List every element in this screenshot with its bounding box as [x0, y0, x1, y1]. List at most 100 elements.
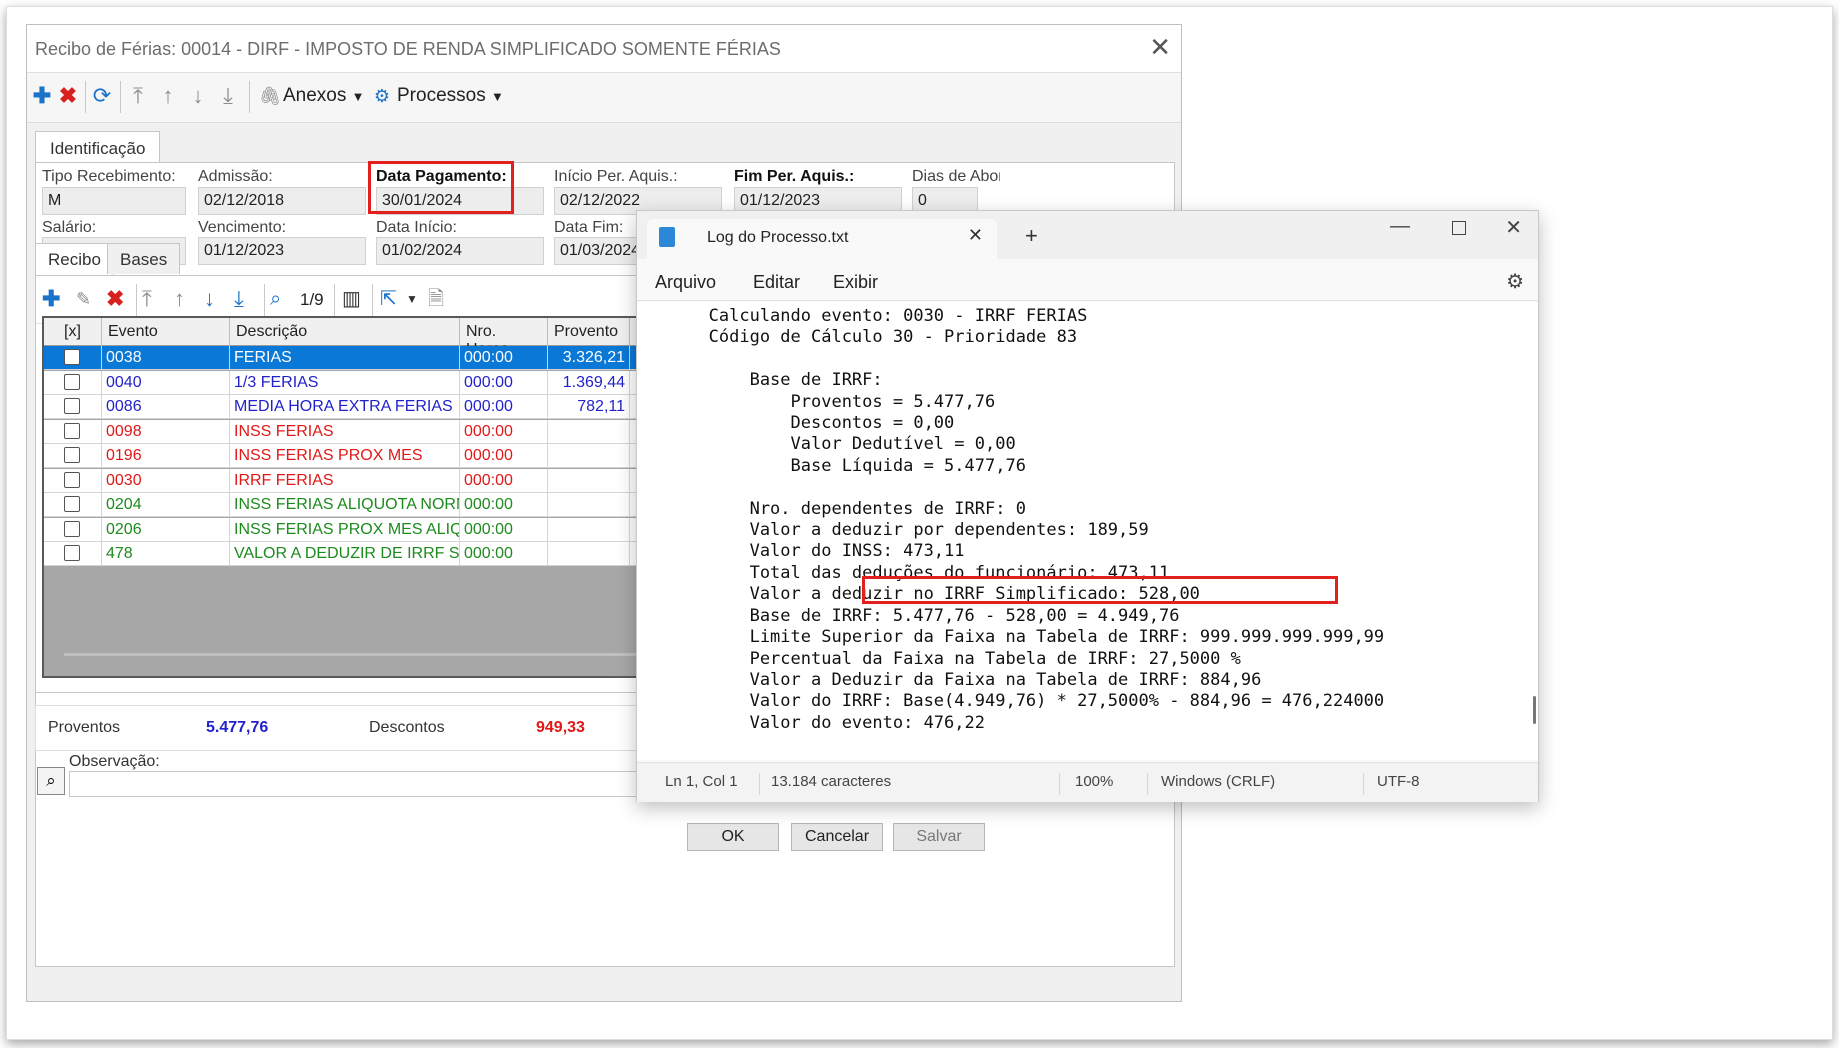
row-checkbox[interactable] — [64, 447, 80, 463]
row-provento: 3.326,21 — [548, 346, 630, 370]
move-down-icon[interactable]: ↓ — [183, 81, 213, 113]
row-provento — [548, 493, 630, 517]
highlight-box-data-pagamento — [368, 161, 514, 214]
menu-arquivo[interactable]: Arquivo — [655, 272, 716, 293]
observacao-lookup-icon[interactable]: ⌕ — [37, 767, 65, 795]
document-icon[interactable]: 🗎 — [428, 284, 444, 314]
table-row[interactable]: 0206INSS FERIAS PROX MES ALIQU...000:00 — [44, 517, 648, 542]
row-evento: 0030 — [102, 468, 230, 493]
column-header-descricao[interactable]: Descrição — [230, 318, 460, 346]
move-up-icon[interactable]: ↑ — [174, 284, 185, 314]
move-last-icon[interactable]: ⤓ — [234, 284, 244, 314]
row-horas: 000:00 — [460, 419, 548, 444]
add-icon[interactable]: ✚ — [42, 284, 60, 314]
salvar-button[interactable]: Salvar — [893, 823, 985, 851]
row-checkbox[interactable] — [64, 422, 80, 439]
table-row[interactable]: 0098 INSS FERIAS 000:00 — [44, 419, 648, 444]
vertical-scrollbar[interactable] — [1533, 696, 1536, 724]
row-descricao: 1/3 FERIAS — [230, 370, 460, 395]
row-checkbox[interactable] — [64, 545, 80, 561]
paperclip-icon: 🖇 — [258, 86, 282, 106]
menu-exibir[interactable]: Exibir — [833, 272, 878, 293]
move-down-icon[interactable]: ↓ — [204, 284, 215, 314]
maximize-icon[interactable] — [1452, 221, 1466, 235]
row-evento: 0038 — [102, 346, 230, 370]
row-horas: 000:00 — [460, 370, 548, 395]
row-provento — [548, 468, 630, 493]
settings-gear-icon[interactable]: ⚙ — [1506, 269, 1524, 294]
proventos-label: Proventos — [48, 719, 121, 736]
inicio-per-aquis-label: Início Per. Aquis.: — [554, 168, 678, 185]
row-checkbox[interactable] — [64, 349, 80, 365]
row-descricao: MEDIA HORA EXTRA FERIAS — [230, 395, 460, 419]
column-header-check[interactable]: [x] — [44, 318, 102, 346]
table-row[interactable]: 0038 FERIAS 000:00 3.326,21 — [44, 346, 648, 370]
data-inicio-label: Data Início: — [376, 219, 457, 236]
new-tab-icon[interactable]: + — [1025, 223, 1038, 249]
observacao-field[interactable] — [69, 771, 669, 797]
row-provento — [548, 419, 630, 444]
table-row[interactable]: 0204INSS FERIAS ALIQUOTA NORMAL000:00 — [44, 493, 648, 517]
row-checkbox[interactable] — [64, 398, 80, 414]
row-evento: 0086 — [102, 395, 230, 419]
minimize-icon[interactable]: — — [1390, 215, 1410, 238]
tab-identificacao[interactable]: Identificação — [35, 131, 161, 164]
close-icon[interactable]: ✕ — [1505, 215, 1522, 240]
search-icon[interactable]: ⌕ — [270, 284, 281, 314]
table-row[interactable]: 0086 MEDIA HORA EXTRA FERIAS 000:00 782,11 — [44, 395, 648, 419]
tab-close-icon[interactable]: ✕ — [968, 225, 983, 246]
move-first-icon[interactable]: ⤒ — [123, 81, 153, 113]
column-header-evento[interactable]: Evento — [102, 318, 230, 346]
cancelar-button[interactable]: Cancelar — [791, 823, 883, 851]
move-up-icon[interactable]: ↑ — [153, 81, 183, 113]
data-inicio-field[interactable]: 01/02/2024 — [376, 237, 544, 265]
row-checkbox[interactable] — [64, 471, 80, 488]
delete-icon[interactable]: ✖ — [106, 284, 124, 314]
row-checkbox-cell — [44, 493, 102, 517]
dialog-title-bar: Recibo de Férias: 00014 - DIRF - IMPOSTO… — [27, 25, 1181, 73]
menu-editar[interactable]: Editar — [753, 272, 800, 293]
table-row[interactable]: 0196 INSS FERIAS PROX MES 000:00 — [44, 444, 648, 468]
table-row[interactable]: 0040 1/3 FERIAS 000:00 1.369,44 — [44, 370, 648, 395]
close-icon[interactable]: ✕ — [1149, 33, 1171, 61]
row-checkbox[interactable] — [64, 373, 80, 390]
main-toolbar: ✚ ✖ ⟳ ⤒ ↑ ↓ ⤓ 🖇 Anexos ▼ ⚙ Processos ▼ — [27, 73, 1181, 123]
notepad-text-area[interactable]: Calculando evento: 0030 - IRRF FERIAS Có… — [637, 302, 1538, 760]
notepad-tab-bar: Log do Processo.txt ✕ + — ✕ — [637, 211, 1538, 259]
gear-icon: ⚙ — [373, 86, 391, 106]
row-descricao: INSS FERIAS PROX MES ALIQU... — [230, 517, 460, 542]
toolbar-separator — [372, 284, 373, 316]
tab-recibo[interactable]: Recibo — [35, 243, 114, 275]
grid-header: [x] Evento Descrição Nro. Horas Provento — [44, 318, 648, 358]
descontos-total: 949,33 — [536, 719, 585, 736]
column-header-horas[interactable]: Nro. Horas — [460, 318, 548, 358]
row-checkbox-cell — [44, 444, 102, 468]
move-last-icon[interactable]: ⤓ — [213, 81, 243, 113]
row-horas: 000:00 — [460, 346, 548, 370]
vencimento-field[interactable]: 01/12/2023 — [198, 237, 366, 265]
row-checkbox[interactable] — [64, 520, 80, 537]
tipo-recebimento-field[interactable]: M — [42, 187, 186, 215]
table-row[interactable]: 0030 IRRF FERIAS 000:00 — [44, 468, 648, 493]
row-horas: 000:00 — [460, 493, 548, 517]
pager-text: 1/9 — [300, 290, 324, 309]
chevron-down-icon[interactable]: ▼ — [406, 284, 418, 314]
refresh-icon[interactable]: ⟳ — [87, 81, 117, 113]
row-checkbox[interactable] — [64, 496, 80, 512]
anexos-menu[interactable]: Anexos ▼ — [283, 85, 365, 107]
toolbar-separator — [85, 81, 86, 113]
toolbar-separator — [249, 81, 250, 113]
ok-button[interactable]: OK — [687, 823, 779, 851]
tab-bases[interactable]: Bases — [107, 243, 181, 274]
processos-menu[interactable]: Processos ▼ — [397, 85, 504, 107]
move-first-icon[interactable]: ⤒ — [142, 284, 152, 314]
table-row[interactable]: 478 VALOR A DEDUZIR DE IRRF SI... 000:00 — [44, 542, 648, 566]
admissao-field[interactable]: 02/12/2018 — [198, 187, 366, 215]
status-separator — [1059, 773, 1060, 795]
column-header-provento[interactable]: Provento — [548, 318, 630, 346]
export-icon[interactable]: ⇱ — [380, 284, 397, 314]
edit-icon[interactable]: ✎ — [76, 284, 91, 314]
columns-icon[interactable]: ▥ — [342, 284, 361, 314]
notepad-tab[interactable]: Log do Processo.txt ✕ — [647, 219, 997, 259]
delete-icon[interactable]: ✖ — [53, 81, 83, 113]
